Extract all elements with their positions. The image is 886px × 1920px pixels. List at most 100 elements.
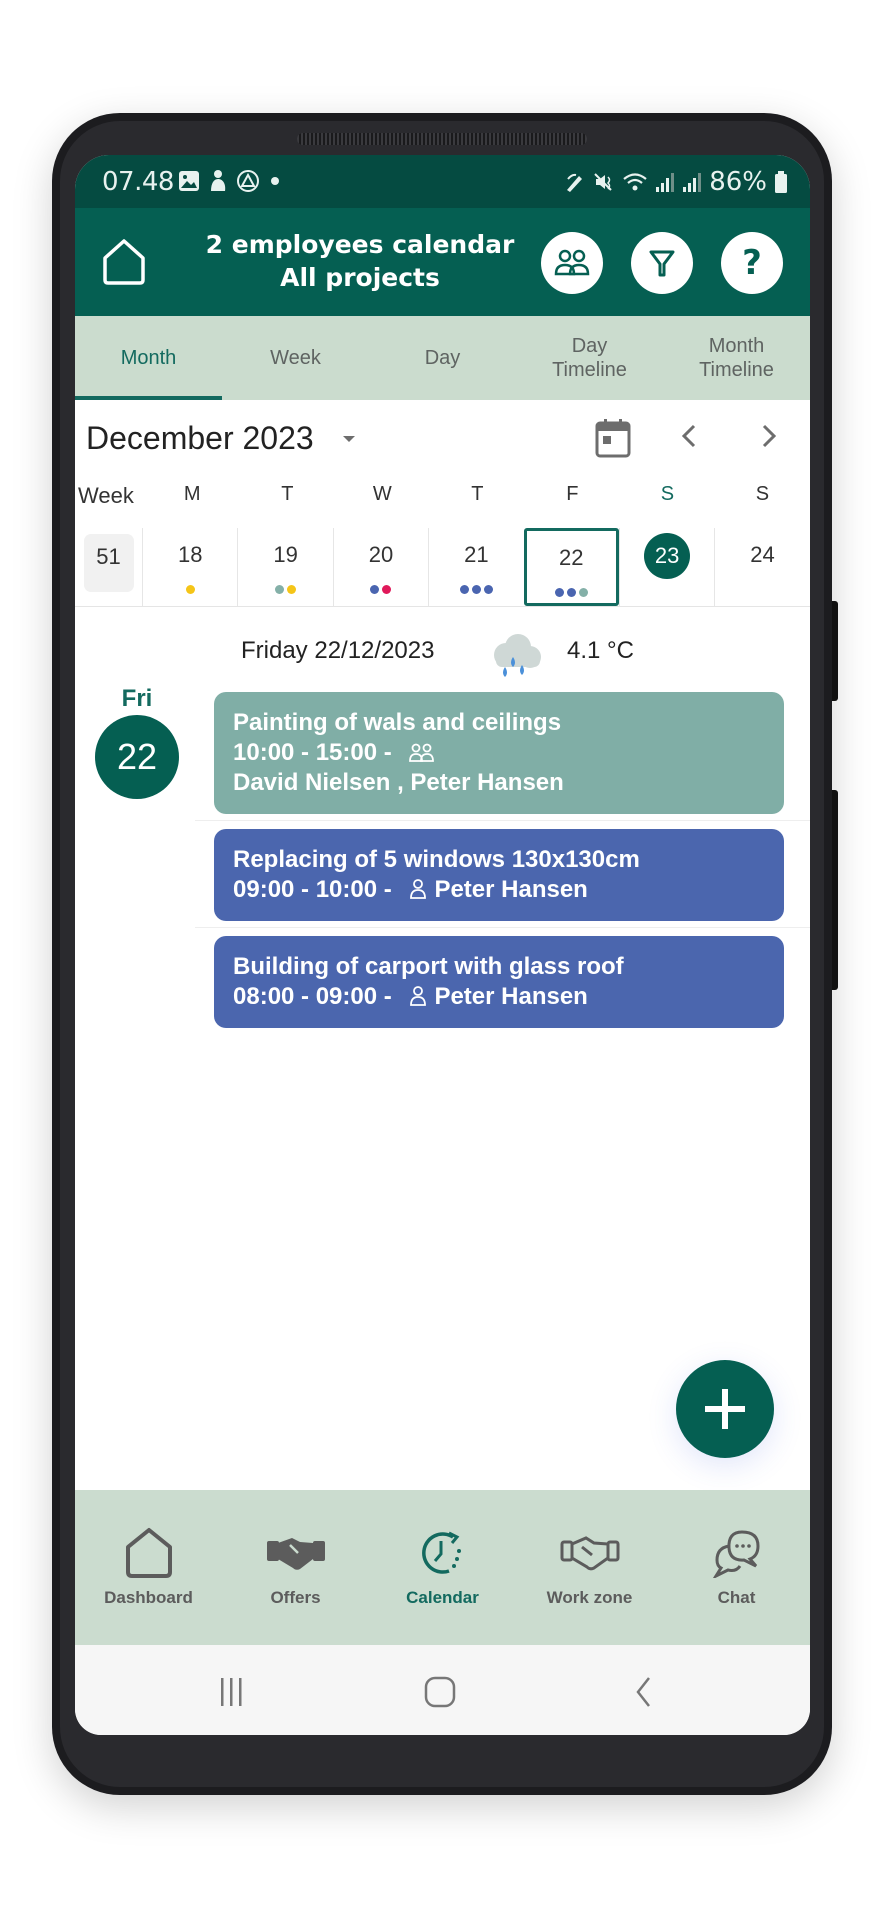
event-card[interactable]: Building of carport with glass roof 08:0… — [214, 936, 784, 1028]
week-date-strip: 51 18 19 20 21 22 23 24 — [75, 528, 810, 607]
nav-calendar[interactable]: Calendar — [369, 1490, 516, 1645]
pen-icon — [567, 173, 583, 192]
person-icon — [410, 986, 427, 1006]
app-header: 2 employees calendar All projects ? — [75, 208, 810, 316]
date-cell[interactable]: 19 — [237, 528, 332, 606]
event-dot — [483, 585, 493, 594]
title-line2: All projects — [280, 263, 440, 292]
event-card[interactable]: Painting of wals and ceilings 10:00 - 15… — [214, 692, 784, 814]
mute-icon — [594, 173, 612, 191]
home-nav-icon[interactable] — [423, 1675, 457, 1709]
status-bar: 07.48 86% — [75, 155, 810, 208]
day-number: 22 — [95, 715, 179, 799]
speaker-grille — [297, 133, 587, 145]
filter-button[interactable] — [631, 232, 693, 294]
dropdown-caret-icon[interactable] — [343, 436, 355, 442]
date-cell[interactable]: 20 — [332, 528, 428, 606]
event-card[interactable]: Replacing of 5 windows 130x130cm 09:00 -… — [214, 829, 784, 921]
nav-offers[interactable]: Offers — [222, 1490, 369, 1645]
drive-icon — [237, 170, 259, 192]
signal-icon — [656, 173, 675, 192]
event-dot — [578, 588, 588, 597]
event-assignees: David Nielsen , Peter Hansen — [233, 769, 564, 796]
event-indicators — [527, 588, 616, 597]
calendar-icon — [595, 419, 631, 458]
page-title: 2 employees calendar All projects — [195, 228, 525, 294]
tab-month-timeline[interactable]: Month Timeline — [663, 316, 810, 400]
weekday-label: M — [183, 483, 201, 505]
app-notification-icon — [211, 170, 226, 191]
date-cell[interactable]: 24 — [714, 528, 809, 606]
event-list: Painting of wals and ceilings 10:00 - 15… — [195, 692, 810, 1028]
event-indicators — [429, 585, 523, 594]
week-number: 51 — [75, 528, 142, 606]
title-line1: 2 employees calendar — [205, 230, 515, 259]
tab-month[interactable]: Month — [75, 316, 222, 400]
calendar-clock-icon — [421, 1531, 461, 1574]
date-cell[interactable]: 21 — [428, 528, 523, 606]
system-navigation-bar — [75, 1645, 810, 1735]
date-number: 22 — [559, 545, 584, 570]
event-time: 09:00 - 10:00 - — [233, 876, 392, 903]
event-indicators — [143, 585, 237, 594]
app-screen: 07.48 86% 2 employees calendar All proje… — [75, 155, 810, 1735]
date-number: 23 — [644, 533, 691, 579]
selected-date-label: Friday 22/12/2023 — [241, 637, 435, 664]
day-summary: Friday 22/12/2023 4.1 °C — [75, 625, 810, 677]
event-indicators — [238, 585, 332, 594]
signal-icon — [683, 173, 702, 192]
month-dropdown[interactable]: December 2023 — [86, 420, 314, 457]
bottom-navigation: Dashboard Offers Calendar Work zone Chat — [75, 1490, 810, 1645]
date-number: 19 — [273, 542, 298, 567]
volume-button — [832, 601, 838, 701]
today-button[interactable] — [595, 418, 631, 463]
home-icon — [103, 239, 145, 285]
tab-day-timeline[interactable]: Day Timeline — [516, 316, 663, 400]
event-time: 08:00 - 09:00 - — [233, 983, 392, 1010]
tab-week[interactable]: Week — [222, 316, 369, 400]
employees-button[interactable] — [541, 232, 603, 294]
person-icon — [410, 879, 427, 899]
date-cell[interactable]: 18 — [142, 528, 237, 606]
status-time: 07.48 — [102, 167, 174, 197]
temperature: 4.1 °C — [567, 637, 634, 664]
battery-icon — [775, 171, 787, 193]
nav-chat[interactable]: Chat — [663, 1490, 810, 1645]
gallery-icon — [179, 171, 199, 191]
tab-day[interactable]: Day — [369, 316, 516, 400]
weekday-label: W — [372, 483, 392, 505]
home-button[interactable] — [101, 238, 147, 286]
date-number: 24 — [750, 542, 775, 567]
weekday-label: F — [566, 483, 579, 505]
event-dot — [287, 585, 297, 594]
event-title: Painting of wals and ceilings — [233, 709, 562, 736]
battery-percent: 86% — [709, 167, 767, 197]
back-icon[interactable] — [627, 1675, 661, 1709]
handshake-outline-icon — [560, 1536, 619, 1571]
nav-work-zone[interactable]: Work zone — [516, 1490, 663, 1645]
date-cell[interactable]: 23 — [618, 528, 714, 606]
recent-apps-icon[interactable] — [215, 1675, 249, 1709]
dot-icon — [271, 177, 279, 185]
event-time: 10:00 - 15:00 - — [233, 739, 392, 766]
chevron-right-icon — [762, 424, 777, 448]
event-dot — [185, 585, 195, 594]
event-dot — [459, 585, 469, 594]
next-button[interactable] — [755, 418, 783, 459]
date-cell[interactable]: 22 — [523, 528, 619, 606]
chat-icon — [712, 1530, 760, 1578]
nav-dashboard[interactable]: Dashboard — [75, 1490, 222, 1645]
previous-button[interactable] — [675, 418, 703, 459]
week-column-label: Week — [78, 483, 134, 508]
event-assignee: Peter Hansen — [434, 876, 588, 903]
weekday-label: S — [660, 483, 675, 505]
date-number: 21 — [464, 542, 489, 567]
divider — [195, 820, 810, 821]
add-event-button[interactable] — [676, 1360, 774, 1458]
view-tabs: Month Week Day Day Timeline Month Timeli… — [75, 316, 810, 400]
event-assignee: Peter Hansen — [434, 983, 588, 1010]
weekday-label: T — [281, 483, 294, 505]
handshake-icon — [266, 1538, 325, 1570]
weekday-label: T — [471, 483, 484, 505]
help-button[interactable]: ? — [721, 232, 783, 294]
